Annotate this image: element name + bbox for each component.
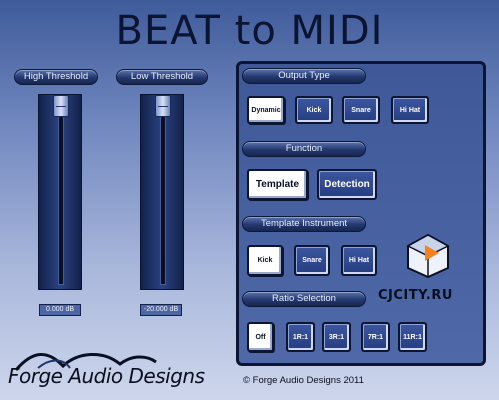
function-template-button[interactable]: Template [247, 169, 308, 200]
high-threshold-slider[interactable] [38, 94, 82, 290]
output-hihat-button[interactable]: Hi Hat [391, 96, 429, 124]
high-threshold-value[interactable]: 0.000 dB [39, 304, 81, 316]
template-instrument-label: Template Instrument [242, 216, 366, 232]
cube-logo-icon [406, 233, 450, 279]
app-title: BEAT to MIDI [115, 8, 384, 54]
high-threshold-label: High Threshold [14, 69, 98, 85]
output-kick-button[interactable]: Kick [295, 96, 333, 124]
ratio-3-button[interactable]: 3R:1 [322, 322, 351, 352]
ratio-1-button[interactable]: 1R:1 [286, 322, 315, 352]
watermark-text: CJCITY.RU [378, 288, 453, 303]
ratio-11-button[interactable]: 11R:1 [398, 322, 427, 352]
low-threshold-value[interactable]: -20.000 dB [140, 304, 182, 316]
output-type-label: Output Type [242, 68, 366, 84]
low-threshold-slider[interactable] [140, 94, 184, 290]
brand-name: Forge Audio Designs [8, 364, 205, 388]
function-label: Function [242, 141, 366, 157]
copyright-text: © Forge Audio Designs 2011 [243, 375, 364, 386]
template-kick-button[interactable]: Kick [247, 245, 283, 276]
output-dynamic-button[interactable]: Dynamic [247, 96, 285, 124]
template-snare-button[interactable]: Snare [294, 245, 330, 276]
high-threshold-track [58, 109, 64, 285]
ratio-selection-label: Ratio Selection [242, 291, 366, 307]
function-detection-button[interactable]: Detection [317, 169, 377, 200]
low-threshold-thumb[interactable] [155, 95, 171, 117]
high-threshold-thumb[interactable] [53, 95, 69, 117]
template-hihat-button[interactable]: Hi Hat [341, 245, 377, 276]
ratio-off-button[interactable]: Off [247, 322, 274, 352]
ratio-7-button[interactable]: 7R:1 [361, 322, 390, 352]
low-threshold-track [160, 109, 166, 285]
low-threshold-label: Low Threshold [116, 69, 208, 85]
output-snare-button[interactable]: Snare [342, 96, 380, 124]
